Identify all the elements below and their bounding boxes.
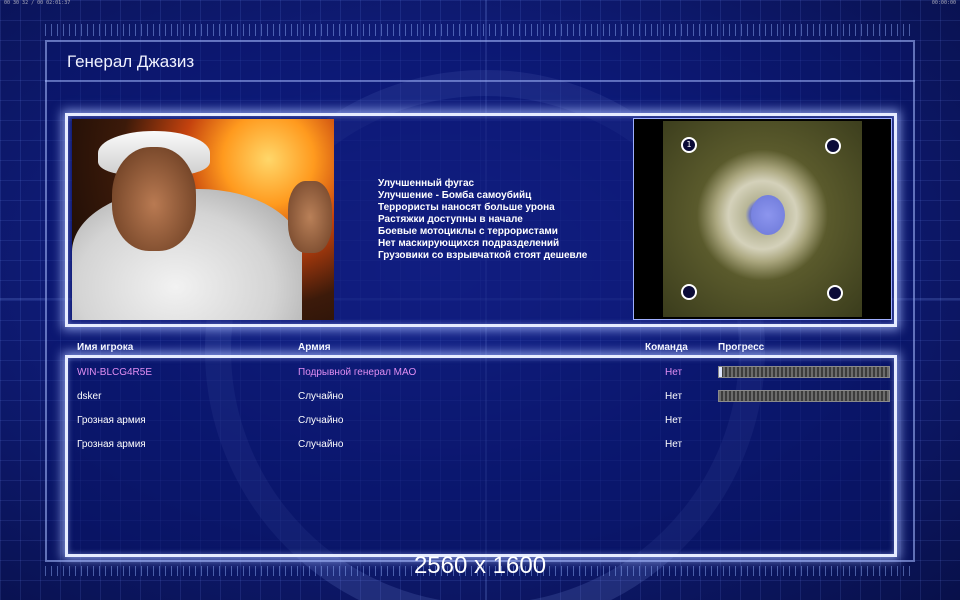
- bonus-item: Боевые мотоциклы с террористами: [378, 226, 558, 237]
- general-bonus-list: Улучшенный фугас Улучшение - Бомба самоу…: [378, 178, 587, 262]
- player-team-select[interactable]: Нет: [665, 391, 682, 402]
- portrait-hand: [288, 181, 332, 253]
- header-progress: Прогресс: [718, 342, 765, 353]
- resolution-watermark: 2560 x 1600: [413, 552, 547, 579]
- system-clock: 00:00:00: [931, 0, 956, 6]
- player-team-select[interactable]: Нет: [665, 439, 682, 450]
- bonus-item: Грузовики со взрывчаткой стоят дешевле: [378, 250, 588, 261]
- portrait-face: [112, 147, 196, 251]
- map-start-position[interactable]: [681, 284, 697, 300]
- bonus-item: Улучшенный фугас: [378, 178, 475, 189]
- player-army-select[interactable]: Случайно: [298, 439, 344, 450]
- player-progress-bar: [718, 390, 890, 402]
- general-portrait: [72, 119, 334, 320]
- map-start-position[interactable]: [825, 138, 841, 154]
- system-status-left: 00 30 32 / 00 02:01:37: [4, 0, 71, 6]
- header-player-name: Имя игрока: [77, 342, 134, 353]
- player-army-select[interactable]: Подрывной генерал МАО: [298, 367, 416, 378]
- map-start-position[interactable]: 1: [681, 137, 697, 153]
- player-name: Грозная армия: [77, 439, 146, 450]
- bonus-item: Нет маскирующихся подразделений: [378, 238, 560, 249]
- map-lake: [751, 195, 785, 235]
- player-name: dsker: [77, 391, 102, 402]
- player-name: Грозная армия: [77, 415, 146, 426]
- map-start-position[interactable]: [827, 285, 843, 301]
- bonus-item: Растяжки доступны в начале: [378, 214, 523, 225]
- player-team-select[interactable]: Нет: [665, 367, 682, 378]
- header-army: Армия: [298, 342, 331, 353]
- bonus-item: Улучшение - Бомба самоубийц: [378, 190, 532, 201]
- map-preview: 1: [633, 118, 892, 320]
- player-army-select[interactable]: Случайно: [298, 415, 344, 426]
- page-title: Генерал Джазиз: [67, 52, 195, 71]
- bonus-item: Террористы наносят больше урона: [378, 202, 555, 213]
- player-name: WIN-BLCG4R5E: [77, 367, 153, 378]
- player-team-select[interactable]: Нет: [665, 415, 682, 426]
- player-army-select[interactable]: Случайно: [298, 391, 344, 402]
- player-progress-bar: [718, 366, 890, 378]
- ruler-top: [45, 24, 915, 36]
- player-progress-fill: [719, 367, 722, 377]
- players-table: [65, 355, 897, 557]
- header-team: Команда: [645, 342, 688, 353]
